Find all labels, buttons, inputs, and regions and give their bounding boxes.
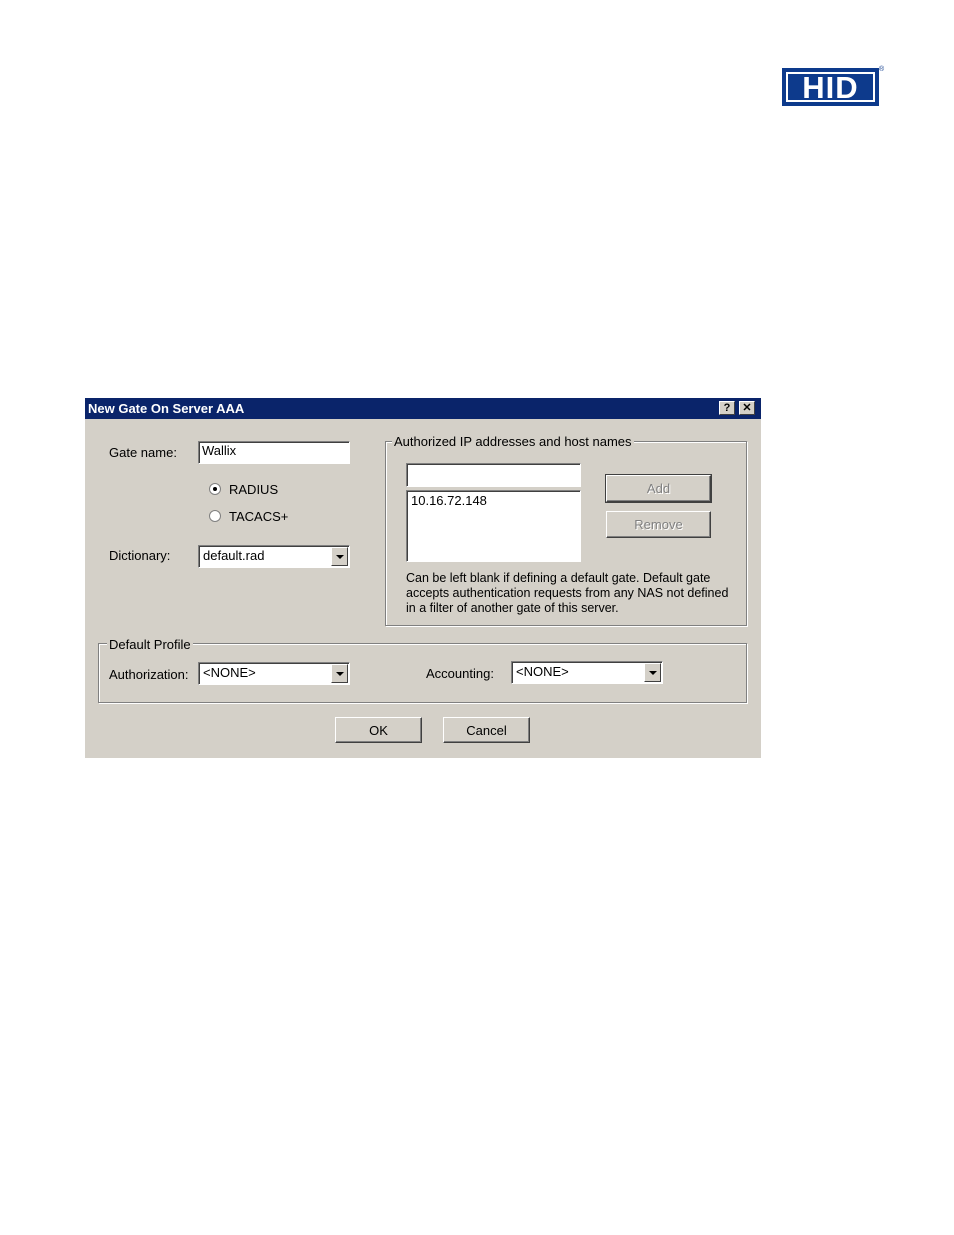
dialog-title: New Gate On Server AAA: [88, 401, 245, 416]
dictionary-label: Dictionary:: [109, 548, 171, 563]
accounting-select[interactable]: <NONE>: [511, 661, 663, 684]
authorization-label: Authorization:: [109, 667, 189, 682]
chevron-down-icon: [648, 670, 657, 675]
hid-logo-text: HID: [786, 72, 875, 103]
help-icon: ?: [723, 401, 731, 414]
host-input[interactable]: [406, 463, 581, 487]
authorization-value: <NONE>: [203, 665, 256, 680]
gate-name-label: Gate name:: [109, 445, 177, 460]
default-gate-note: Can be left blank if defining a default …: [406, 571, 729, 615]
authorized-hosts-title: Authorized IP addresses and host names: [392, 434, 634, 449]
radius-label[interactable]: RADIUS: [229, 482, 278, 497]
accounting-dropdown-button[interactable]: [644, 663, 661, 682]
dictionary-select[interactable]: default.rad: [198, 545, 350, 568]
help-button[interactable]: ?: [719, 401, 735, 415]
authorization-dropdown-button[interactable]: [331, 664, 348, 683]
accounting-value: <NONE>: [516, 664, 569, 679]
title-bar[interactable]: New Gate On Server AAA ? ✕: [85, 398, 761, 419]
host-list-item[interactable]: 10.16.72.148: [411, 493, 576, 508]
host-list[interactable]: 10.16.72.148: [406, 490, 581, 562]
gate-name-input[interactable]: Wallix: [198, 441, 350, 464]
tacacs-radio[interactable]: [209, 510, 221, 522]
default-profile-title: Default Profile: [107, 637, 193, 652]
chevron-down-icon: [335, 671, 344, 676]
hid-logo: HID: [782, 68, 879, 106]
dictionary-dropdown-button[interactable]: [331, 547, 348, 566]
accounting-label: Accounting:: [426, 666, 494, 681]
ok-button[interactable]: OK: [335, 717, 422, 743]
close-icon: ✕: [742, 401, 752, 414]
remove-button[interactable]: Remove: [606, 511, 711, 538]
close-button[interactable]: ✕: [739, 401, 755, 415]
radio-selected-dot: [213, 487, 217, 491]
chevron-down-icon: [335, 554, 344, 559]
cancel-button[interactable]: Cancel: [443, 717, 530, 743]
registered-mark: ®: [879, 66, 885, 73]
tacacs-label[interactable]: TACACS+: [229, 509, 288, 524]
authorization-select[interactable]: <NONE>: [198, 662, 350, 685]
add-button[interactable]: Add: [605, 474, 712, 503]
new-gate-dialog: New Gate On Server AAA ? ✕ Gate name: Wa…: [85, 398, 761, 758]
dictionary-value: default.rad: [203, 548, 265, 563]
radius-radio[interactable]: [209, 483, 221, 495]
